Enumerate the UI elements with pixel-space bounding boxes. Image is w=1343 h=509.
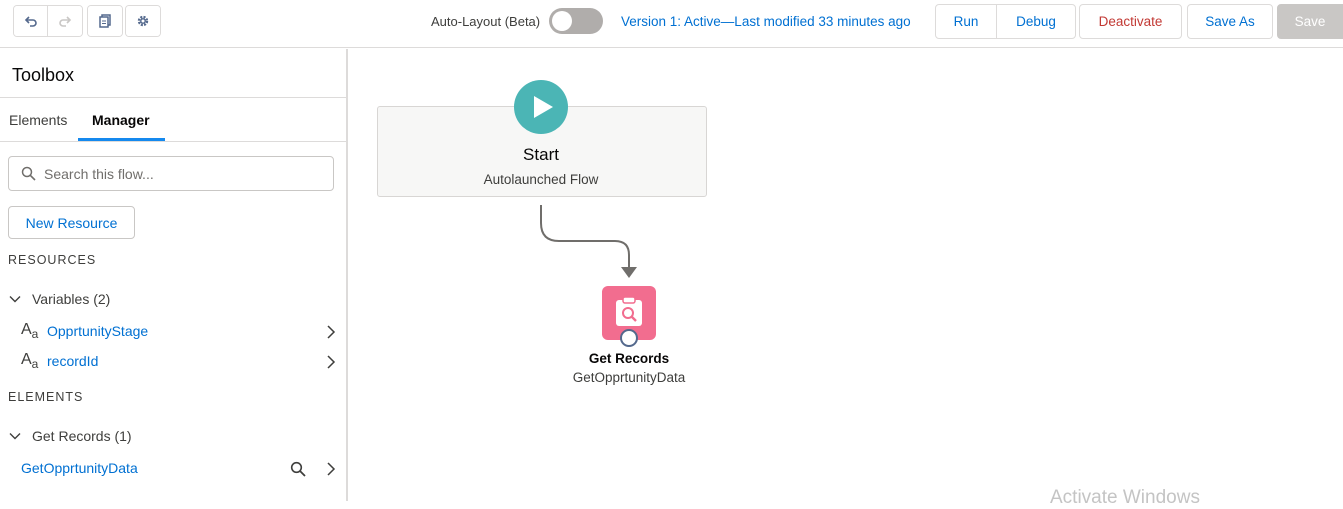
save-button[interactable]: Save — [1277, 4, 1343, 39]
resources-heading: RESOURCES — [8, 253, 97, 267]
auto-layout-label: Auto-Layout (Beta) — [431, 14, 541, 29]
tab-elements[interactable]: Elements — [9, 112, 67, 128]
chevron-right-icon[interactable] — [325, 461, 337, 477]
tab-manager[interactable]: Manager — [92, 112, 150, 128]
search-icon[interactable] — [290, 461, 306, 477]
toggle-knob — [552, 11, 572, 31]
text-type-icon: Aa — [21, 321, 39, 342]
undo-button[interactable] — [14, 6, 48, 36]
get-records-title: Get Records — [588, 351, 670, 366]
chevron-right-icon[interactable] — [325, 354, 337, 370]
copy-group — [87, 5, 123, 37]
divider — [0, 141, 346, 142]
text-type-icon: Aa — [21, 351, 39, 372]
chevron-down-icon — [9, 433, 21, 440]
new-resource-button[interactable]: New Resource — [8, 206, 135, 239]
clipboard-search-icon — [616, 296, 642, 326]
resource-item[interactable]: Aa recordId — [0, 349, 346, 375]
flow-toolbar: Auto-Layout (Beta) Version 1: Active—Las… — [0, 0, 1343, 48]
play-icon — [534, 96, 553, 118]
toolbox-title: Toolbox — [12, 65, 75, 85]
get-records-group-toggle[interactable]: Get Records (1) — [8, 428, 132, 444]
search-box — [8, 156, 334, 191]
chevron-down-icon — [9, 296, 21, 303]
start-node-subtitle: Autolaunched Flow — [483, 172, 599, 187]
chevron-right-icon[interactable] — [325, 324, 337, 340]
debug-button[interactable]: Debug — [996, 4, 1076, 39]
redo-button[interactable] — [48, 6, 82, 36]
variables-group-toggle[interactable]: Variables (2) — [8, 291, 110, 307]
undo-icon — [24, 16, 37, 27]
element-name[interactable]: GetOpprtunityData — [21, 460, 138, 476]
save-as-button[interactable]: Save As — [1187, 4, 1273, 39]
copy-button[interactable] — [88, 6, 122, 36]
flow-canvas[interactable]: Start Autolaunched Flow Get Records GetO… — [349, 49, 1343, 501]
get-records-group-label: Get Records (1) — [32, 428, 132, 444]
flow-connector[interactable] — [529, 199, 639, 284]
resource-name[interactable]: recordId — [47, 353, 98, 369]
search-input[interactable] — [44, 165, 314, 182]
run-button[interactable]: Run — [935, 4, 997, 39]
undo-redo-group — [13, 5, 83, 37]
auto-layout-toggle[interactable] — [549, 8, 603, 34]
copy-icon — [99, 14, 111, 28]
search-icon — [21, 166, 36, 181]
start-node-icon[interactable] — [514, 80, 568, 134]
settings-group — [125, 5, 161, 37]
os-watermark: Activate Windows — [1050, 487, 1200, 508]
resource-name[interactable]: OpprtunityStage — [47, 323, 148, 339]
resource-item[interactable]: Aa OpprtunityStage — [0, 319, 346, 345]
connector-endpoint[interactable] — [620, 329, 638, 347]
divider — [0, 97, 346, 98]
start-node-title: Start — [523, 145, 559, 164]
element-item[interactable]: GetOpprtunityData — [0, 456, 346, 482]
version-status-link[interactable]: Version 1: Active—Last modified 33 minut… — [621, 14, 911, 29]
settings-icon — [137, 15, 149, 27]
deactivate-button[interactable]: Deactivate — [1079, 4, 1182, 39]
get-records-subtitle: GetOpprtunityData — [572, 370, 686, 385]
settings-button[interactable] — [126, 6, 160, 36]
elements-heading: ELEMENTS — [8, 390, 84, 404]
toolbox-panel: Toolbox Elements Manager New Resource RE… — [0, 49, 348, 501]
variables-group-label: Variables (2) — [32, 291, 111, 307]
redo-icon — [59, 16, 72, 27]
